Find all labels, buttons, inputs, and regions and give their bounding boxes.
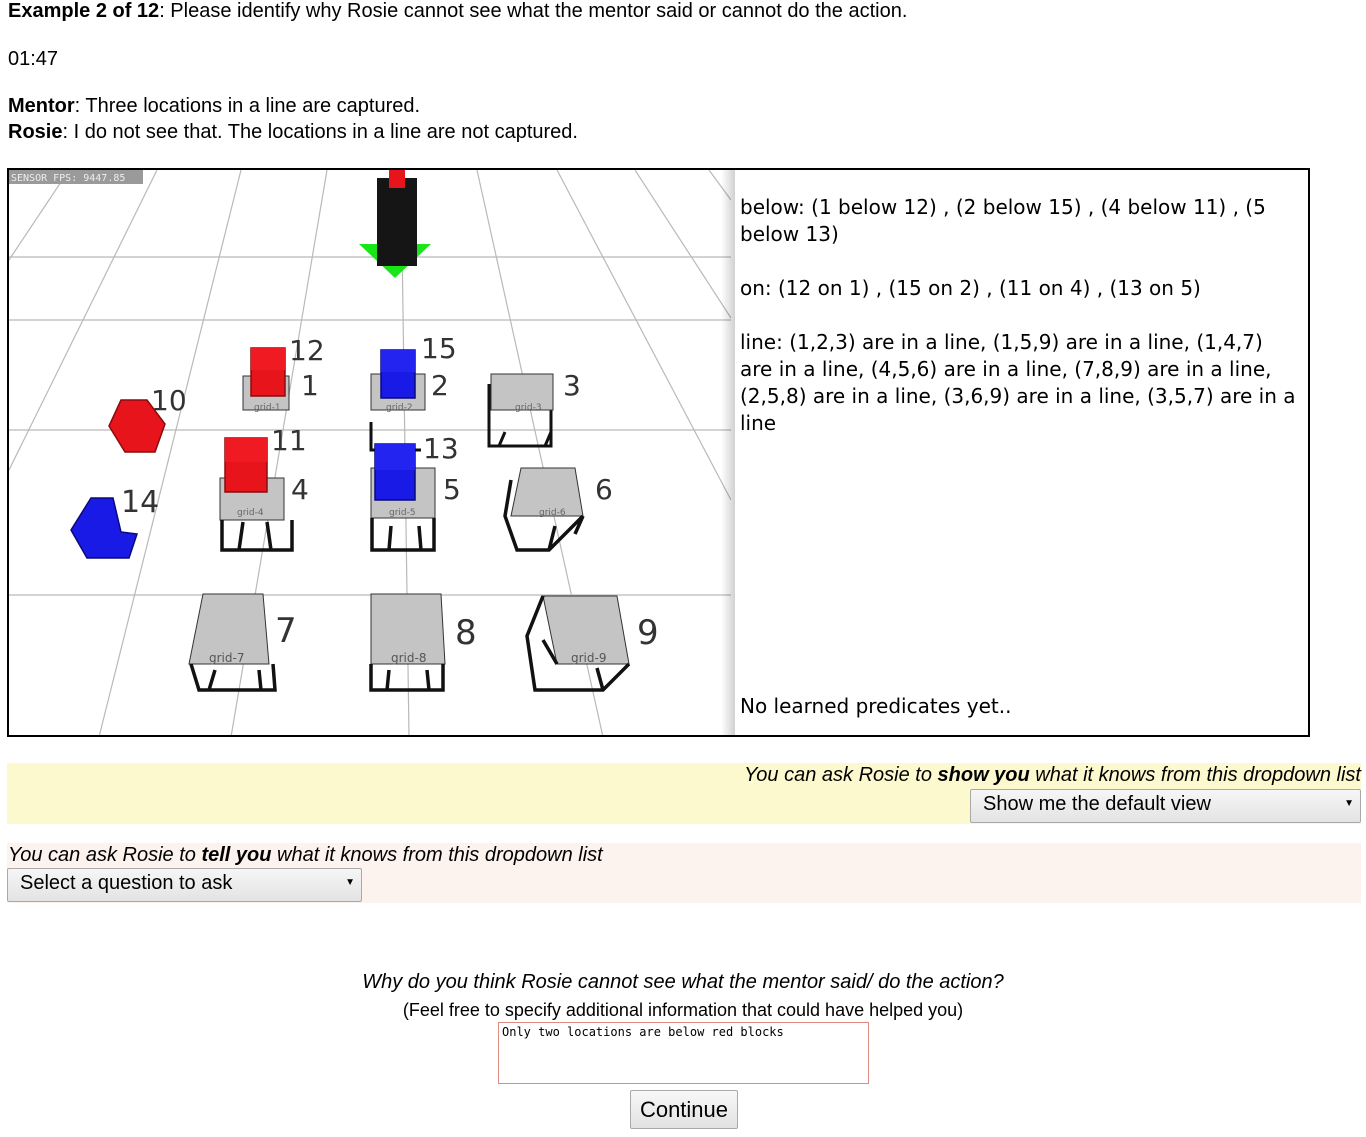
block-label-14: 14 <box>121 485 159 520</box>
dropdown-arrow-icon: ▼ <box>345 877 355 888</box>
location-label-4: 4 <box>291 473 309 506</box>
example-heading: Example 2 of 12: Please identify why Ros… <box>8 0 907 23</box>
tell-panel: You can ask Rosie to tell you what it kn… <box>7 843 1361 903</box>
robot-arm <box>359 170 431 278</box>
show-prompt-before: You can ask Rosie to <box>744 764 938 786</box>
mentor-name: Mentor <box>8 95 75 117</box>
location-label-1: 1 <box>301 369 319 402</box>
countdown-timer: 01:47 <box>8 48 59 70</box>
block-10: 10 <box>108 384 187 453</box>
answer-textarea[interactable]: Only two locations are below red blocks <box>498 1022 869 1084</box>
show-selected-option: Show me the default view <box>983 793 1211 815</box>
show-view-dropdown[interactable]: Show me the default view ▼ <box>970 789 1361 823</box>
location-label-3: 3 <box>563 369 581 402</box>
tell-prompt-after: what it knows from this dropdown list <box>271 844 603 866</box>
show-prompt-after: what it knows from this dropdown list <box>1029 764 1361 786</box>
block-label-13: 13 <box>423 432 459 465</box>
world-viewer: SENSOR FPS: 9447.85 grid-1 1 grid-2 2 gr… <box>7 168 1310 737</box>
knowledge-panel: below: (1 below 12) , (2 below 15) , (4 … <box>740 194 1300 464</box>
location-label-9: 9 <box>637 613 659 653</box>
scene-divider <box>721 170 735 735</box>
rosie-name: Rosie <box>8 121 63 143</box>
line-relations: line: (1,2,3) are in a line, (1,5,9) are… <box>740 330 1296 435</box>
block-label-12: 12 <box>289 334 325 367</box>
learned-predicates: No learned predicates yet.. <box>740 694 1012 718</box>
grid-label-6: grid-6 <box>539 508 566 518</box>
location-7: grid-7 7 <box>188 593 297 692</box>
location-6: grid-6 6 <box>503 467 613 552</box>
show-prompt: You can ask Rosie to show you what it kn… <box>744 763 1361 787</box>
location-label-6: 6 <box>595 473 613 506</box>
why-question: Why do you think Rosie cannot see what t… <box>362 971 1004 993</box>
dropdown-arrow-icon: ▼ <box>1344 798 1354 809</box>
block-label-15: 15 <box>421 332 457 365</box>
block-label-11: 11 <box>271 424 307 457</box>
below-relations: below: (1 below 12) , (2 below 15) , (4 … <box>740 195 1266 246</box>
grid-label-4: grid-4 <box>237 508 264 518</box>
tell-prompt: You can ask Rosie to tell you what it kn… <box>8 843 603 867</box>
grid-label-8: grid-8 <box>391 651 426 665</box>
question-dropdown[interactable]: Select a question to ask ▼ <box>7 868 362 902</box>
tell-prompt-bold: tell you <box>201 844 272 866</box>
show-prompt-bold: show you <box>937 764 1030 786</box>
mentor-text: : Three locations in a line are captured… <box>74 95 421 117</box>
rosie-text: : I do not see that. The locations in a … <box>62 121 578 143</box>
location-8: grid-8 8 <box>369 593 477 692</box>
rosie-line: Rosie: I do not see that. The locations … <box>8 121 578 144</box>
why-hint: (Feel free to specify additional informa… <box>402 1000 964 1020</box>
block-label-10: 10 <box>151 384 187 417</box>
mentor-line: Mentor: Three locations in a line are ca… <box>8 95 420 118</box>
grid-label-9: grid-9 <box>571 651 606 665</box>
show-panel: You can ask Rosie to show you what it kn… <box>7 763 1361 824</box>
grid-label-3: grid-3 <box>515 403 542 413</box>
location-3: grid-3 3 <box>487 369 581 448</box>
tell-selected-option: Select a question to ask <box>20 872 233 894</box>
location-label-8: 8 <box>455 613 477 653</box>
grid-label-2: grid-2 <box>386 403 413 413</box>
fps-label: SENSOR FPS: 9447.85 <box>11 173 125 184</box>
grid-label-7: grid-7 <box>209 651 244 665</box>
location-label-2: 2 <box>431 369 449 402</box>
instruction-text: : Please identify why Rosie cannot see w… <box>159 0 908 22</box>
on-relations: on: (12 on 1) , (15 on 2) , (11 on 4) , … <box>740 276 1201 300</box>
grid-label-1: grid-1 <box>254 403 281 413</box>
location-9: grid-9 9 <box>525 595 659 692</box>
tell-prompt-before: You can ask Rosie to <box>8 844 202 866</box>
example-label: Example 2 of 12 <box>8 0 160 22</box>
grid-label-5: grid-5 <box>389 508 416 518</box>
location-label-5: 5 <box>443 473 461 506</box>
continue-button[interactable]: Continue <box>630 1090 738 1129</box>
location-label-7: 7 <box>275 611 297 651</box>
scene-view: SENSOR FPS: 9447.85 grid-1 1 grid-2 2 gr… <box>9 170 731 735</box>
